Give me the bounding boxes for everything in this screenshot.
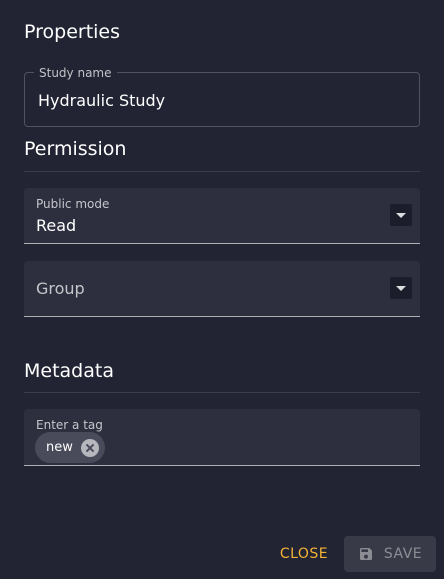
properties-dialog: Properties Study name Hydraulic Study Pe…	[0, 0, 444, 579]
group-placeholder: Group	[36, 279, 85, 298]
public-mode-label: Public mode	[36, 197, 110, 211]
study-name-value[interactable]: Hydraulic Study	[38, 91, 165, 110]
chevron-down-icon[interactable]	[390, 204, 412, 226]
cancel-circle-icon[interactable]	[80, 438, 99, 457]
tag-chip-label: new	[46, 440, 73, 455]
permission-title: Permission	[24, 138, 127, 160]
close-button[interactable]: CLOSE	[272, 536, 336, 572]
metadata-title: Metadata	[24, 360, 114, 382]
chevron-down-icon[interactable]	[390, 277, 412, 299]
tag-input-label: Enter a tag	[36, 418, 103, 432]
properties-title: Properties	[24, 21, 121, 43]
tag-input[interactable]: Enter a tag new	[24, 409, 420, 466]
public-mode-select[interactable]: Public mode Read	[24, 188, 420, 244]
metadata-divider	[24, 392, 420, 393]
group-select[interactable]: Group	[24, 261, 420, 317]
public-mode-value: Read	[36, 216, 77, 235]
study-name-field[interactable]: Study name Hydraulic Study	[24, 65, 420, 127]
floppy-disk-icon	[359, 548, 372, 560]
permission-divider	[24, 171, 420, 172]
save-button-label: SAVE	[383, 546, 423, 562]
save-button[interactable]: SAVE	[344, 536, 436, 572]
study-name-label: Study name	[34, 65, 117, 81]
tag-chip[interactable]: new	[35, 432, 105, 463]
